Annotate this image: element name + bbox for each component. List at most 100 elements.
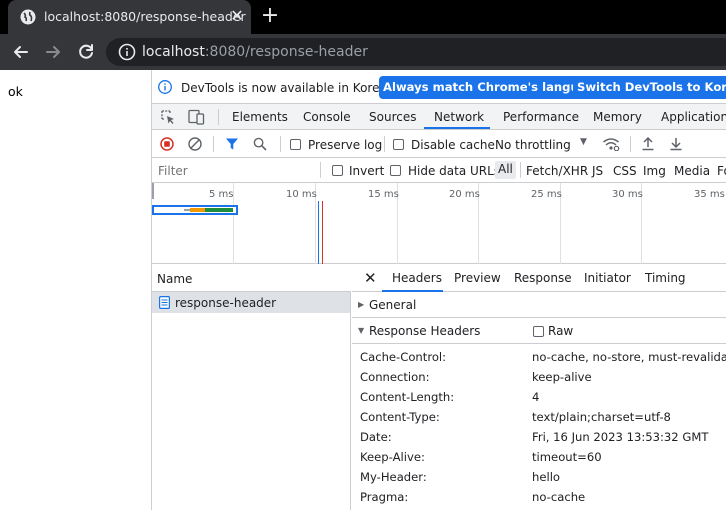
load-event-marker (322, 201, 323, 264)
filter-type-all[interactable]: All (495, 161, 516, 179)
header-value: text/plain;charset=utf-8 (532, 410, 671, 424)
header-key: My-Header: (360, 470, 427, 484)
preserve-log-checkbox[interactable] (290, 139, 301, 150)
header-value: Fri, 16 Jun 2023 13:53:32 GMT (532, 430, 709, 444)
header-row: Pragma: no-cache (352, 487, 726, 507)
tab-sources[interactable]: Sources (369, 110, 416, 124)
tab-timing[interactable]: Timing (645, 271, 686, 285)
close-icon[interactable]: ✕ (364, 269, 377, 287)
new-tab-plus-icon[interactable]: + (258, 4, 282, 28)
tab-performance[interactable]: Performance (503, 110, 579, 124)
devtools-panel: DevTools is now available in Korean! Alw… (151, 70, 726, 510)
timeline-tick-label: 10 ms (286, 189, 317, 200)
general-section-title: General (369, 298, 417, 312)
address-bar[interactable]: localhost:8080/response-header (106, 38, 726, 66)
header-value: no-cache (532, 490, 586, 504)
header-row: Date: Fri, 16 Jun 2023 13:53:32 GMT (352, 427, 726, 447)
header-key: Content-Length: (360, 390, 455, 404)
name-column-label: Name (157, 272, 193, 286)
tab-application[interactable]: Application (661, 110, 726, 124)
triangle-down-icon: ▼ (358, 326, 365, 335)
language-infobar: DevTools is now available in Korean! Alw… (152, 70, 726, 104)
filter-type-media[interactable]: Media (674, 164, 710, 178)
back-arrow-icon[interactable] (8, 39, 34, 65)
toolbar-divider (520, 162, 521, 178)
tab-headers[interactable]: Headers (392, 271, 442, 285)
header-value: hello (532, 470, 561, 484)
upload-har-icon[interactable] (641, 136, 655, 151)
filter-funnel-icon[interactable] (225, 137, 239, 151)
filter-type-js[interactable]: JS (592, 164, 603, 178)
header-row: Connection: keep-alive (352, 367, 726, 387)
header-key: Keep-Alive: (360, 450, 425, 464)
waterfall-download-segment (205, 208, 233, 212)
toolbar-divider (218, 109, 219, 125)
filter-type-fetch-xhr[interactable]: Fetch/XHR (526, 164, 588, 178)
request-details: ✕ Headers Preview Response Initiator Tim… (352, 264, 726, 510)
record-stop-icon[interactable] (160, 137, 174, 151)
device-toolbar-icon[interactable] (188, 109, 205, 125)
disable-cache-label: Disable cache (411, 138, 495, 152)
download-har-icon[interactable] (669, 136, 683, 151)
search-icon[interactable] (253, 137, 267, 151)
dom-content-loaded-marker (318, 201, 319, 264)
details-tabs: ✕ Headers Preview Response Initiator Tim… (352, 264, 726, 292)
clear-icon[interactable] (188, 137, 202, 151)
invert-label: Invert (349, 164, 385, 178)
filter-bar: Invert Hide data URLs All Fetch/XHR JS C… (152, 158, 726, 183)
raw-checkbox[interactable] (533, 326, 544, 337)
tab-console[interactable]: Console (303, 110, 351, 124)
tab-strip: localhost:8080/response-header ✕ + (0, 0, 726, 34)
header-value: timeout=60 (532, 450, 602, 464)
raw-label: Raw (548, 324, 574, 338)
filter-input[interactable] (154, 161, 318, 180)
url-text[interactable]: localhost:8080/response-header (142, 44, 368, 60)
url-path: :8080/response-header (204, 44, 368, 60)
reload-icon[interactable] (73, 39, 99, 65)
forward-arrow-icon[interactable] (40, 39, 66, 65)
filter-type-img[interactable]: Img (643, 164, 666, 178)
timeline-tick-label: 35 ms (694, 189, 725, 200)
waterfall-wait-segment (190, 208, 205, 212)
tab-memory[interactable]: Memory (593, 110, 642, 124)
info-icon[interactable] (118, 43, 136, 61)
response-headers-section-header[interactable]: ▼ Response Headers Raw (352, 318, 726, 344)
name-column-header[interactable]: Name (152, 264, 351, 292)
tab-network[interactable]: Network (434, 110, 484, 124)
header-key: Pragma: (360, 490, 409, 504)
network-toolbar: Preserve log Disable cache No throttling… (152, 130, 726, 158)
header-row: Cache-Control: no-cache, no-store, must-… (352, 347, 726, 367)
hide-data-urls-label: Hide data URLs (408, 164, 501, 178)
tab-preview[interactable]: Preview (454, 271, 501, 285)
hide-data-urls-checkbox[interactable] (390, 165, 401, 176)
timeline-tick-label: 20 ms (449, 189, 480, 200)
header-row: Content-Length: 4 (352, 387, 726, 407)
tab-response[interactable]: Response (514, 271, 572, 285)
chevron-down-icon[interactable]: ▼ (580, 137, 587, 147)
toolbar-divider (213, 136, 214, 152)
switch-to-korean-button[interactable]: Switch DevTools to Korean (573, 76, 726, 99)
invert-checkbox[interactable] (332, 165, 343, 176)
header-key: Cache-Control: (360, 350, 447, 364)
tab-title: localhost:8080/response-header (44, 9, 246, 24)
header-row: Keep-Alive: timeout=60 (352, 447, 726, 467)
disable-cache-checkbox[interactable] (393, 139, 404, 150)
inspect-element-icon[interactable] (160, 109, 176, 125)
toolbar-divider (280, 136, 281, 152)
filter-type-css[interactable]: CSS (613, 164, 637, 178)
general-section-header[interactable]: ▶ General (352, 292, 726, 318)
browser-tab[interactable]: localhost:8080/response-header ✕ (8, 0, 251, 34)
network-overview-timeline[interactable]: 5 ms 10 ms 15 ms 20 ms 25 ms 30 ms 35 ms (152, 183, 726, 264)
tab-initiator[interactable]: Initiator (584, 271, 631, 285)
timeline-tick-label: 30 ms (612, 189, 643, 200)
throttling-select[interactable]: No throttling (495, 138, 571, 152)
timeline-tick-label: 15 ms (368, 189, 399, 200)
tab-elements[interactable]: Elements (232, 110, 288, 124)
filter-type-font[interactable]: Fo (717, 164, 726, 178)
page-viewport: ok (0, 70, 151, 510)
timeline-left-handle[interactable] (152, 183, 154, 199)
table-row[interactable]: response-header (152, 292, 350, 313)
close-icon[interactable]: ✕ (226, 5, 248, 27)
wifi-conditions-icon[interactable] (602, 137, 620, 151)
header-key: Connection: (360, 370, 430, 384)
